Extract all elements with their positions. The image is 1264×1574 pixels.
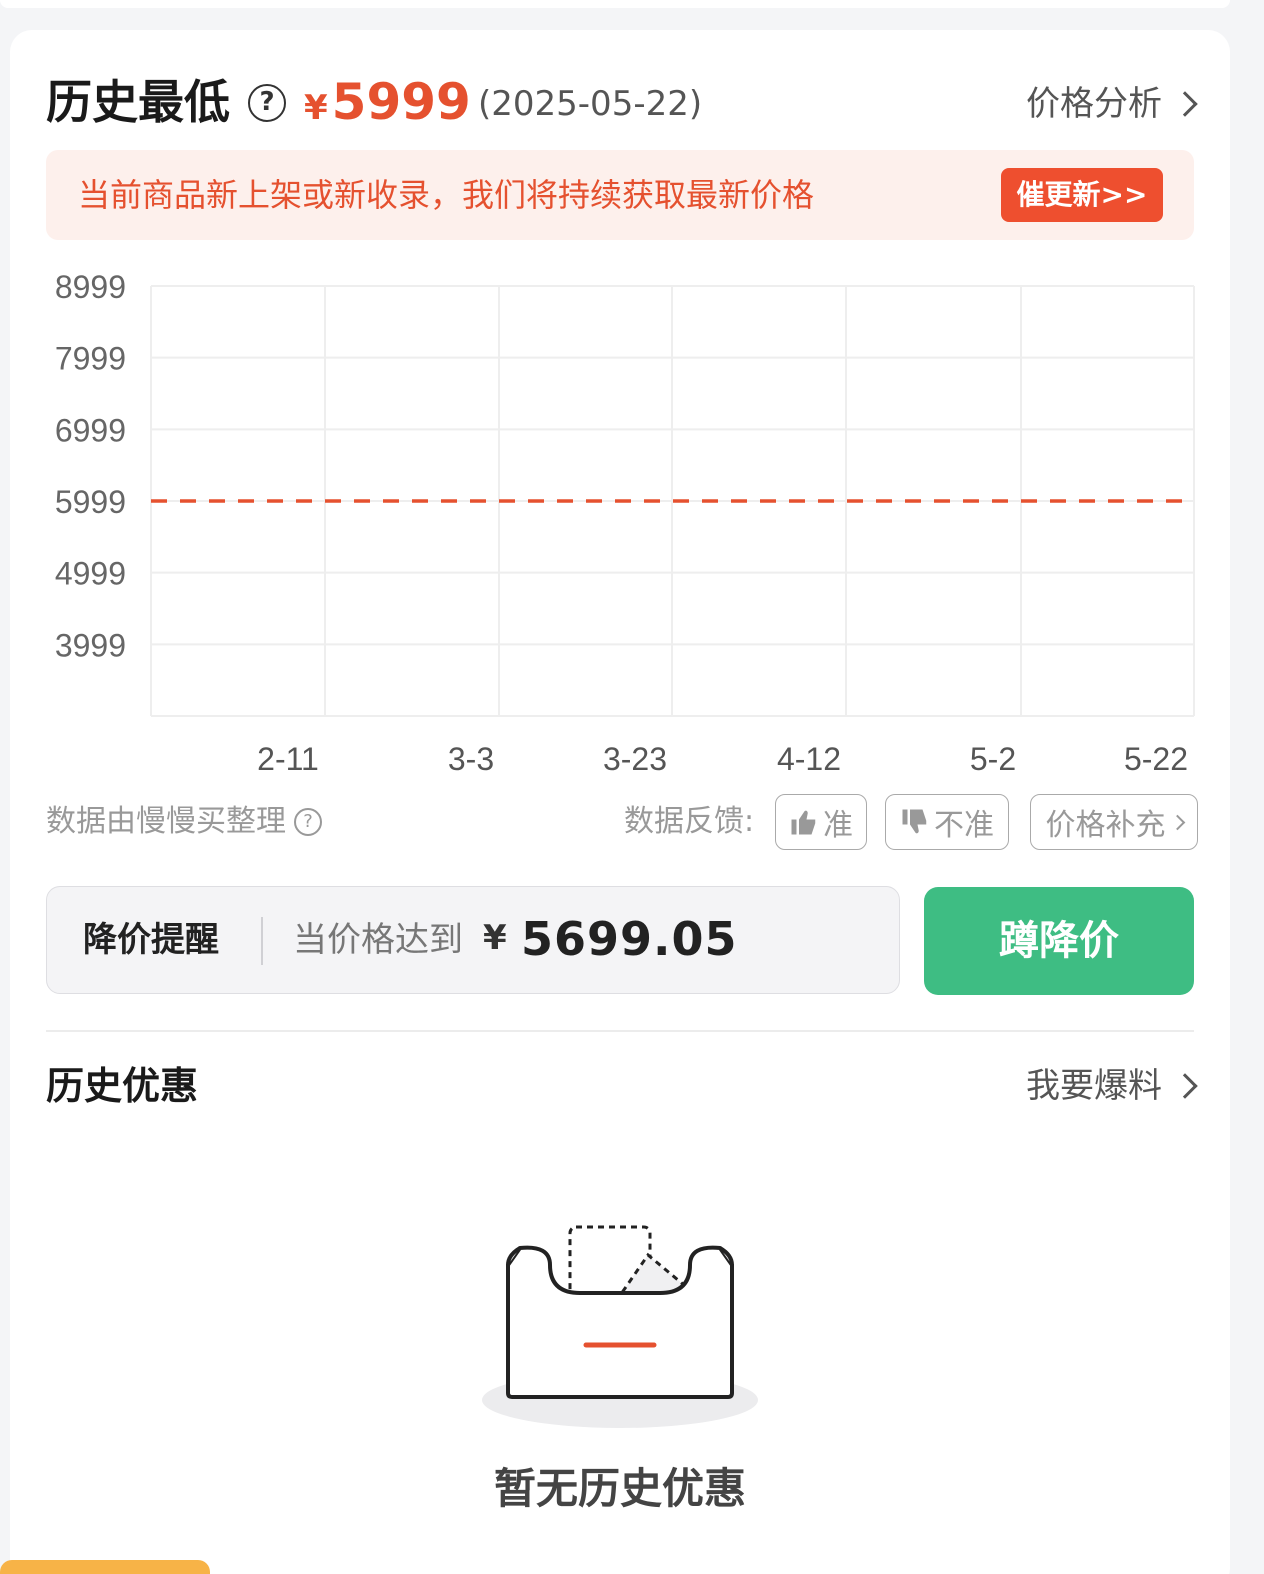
inaccurate-label: 不准	[934, 808, 994, 843]
y-tick-label: 5999	[55, 484, 126, 520]
price-alert-box[interactable]: 降价提醒 当价格达到 ¥ 5699.05	[46, 886, 900, 994]
currency-symbol: ¥	[304, 88, 328, 128]
price-card: 历史最低 ? ¥5999 (2025-05-22) 价格分析 当前商品新上架或新…	[10, 30, 1230, 1574]
y-tick-label: 8999	[55, 269, 126, 305]
divider	[46, 1030, 1194, 1032]
y-tick-label: 4999	[55, 556, 126, 592]
x-tick-label: 5-2	[970, 741, 1016, 777]
report-deal-label: 我要爆料	[1026, 1066, 1162, 1106]
price-alert-target[interactable]: 5699.05	[521, 911, 738, 967]
empty-history-text: 暂无历史优惠	[493, 1464, 746, 1513]
chevron-right-icon	[1172, 1073, 1198, 1099]
source-help-icon[interactable]: ?	[294, 808, 322, 836]
inaccurate-button[interactable]: 不准	[885, 794, 1009, 850]
report-deal-link[interactable]: 我要爆料	[1026, 1064, 1198, 1108]
price-analysis-link[interactable]: 价格分析	[1026, 82, 1198, 126]
x-tick-label: 3-23	[603, 741, 667, 777]
feedback-label: 数据反馈:	[624, 804, 755, 839]
empty-box-icon	[482, 1225, 758, 1428]
history-deals-title: 历史优惠	[46, 1064, 199, 1108]
data-source: 数据由慢慢买整理?	[46, 802, 322, 842]
accurate-label: 准	[823, 808, 853, 843]
help-icon[interactable]: ?	[248, 84, 286, 122]
top-strip	[0, 0, 1230, 8]
lowest-price-value: 5999	[331, 73, 471, 131]
accurate-button[interactable]: 准	[775, 794, 867, 850]
thumbs-down-icon	[902, 809, 927, 834]
lowest-price-date: (2025-05-22)	[478, 84, 703, 124]
x-tick-label: 2-11	[257, 741, 319, 777]
price-supplement-label: 价格补充	[1045, 808, 1166, 843]
x-tick-label: 3-3	[448, 741, 494, 777]
y-tick-label: 3999	[55, 627, 126, 663]
chevron-right-icon	[1169, 814, 1185, 830]
bottom-bar-edge	[0, 1560, 210, 1574]
urge-update-button[interactable]: 催更新>>	[1001, 168, 1163, 222]
divider	[261, 917, 263, 965]
y-tick-label: 7999	[55, 341, 126, 377]
price-chart: 8999 7999 6999 5999 4999 3999 2-11 3-3 3-23 4-12 5…	[55, 269, 1195, 777]
lowest-price: ¥5999	[304, 74, 471, 136]
x-tick-label: 4-12	[777, 741, 841, 777]
thumbs-up-icon	[791, 810, 816, 835]
price-alert-label: 降价提醒	[83, 920, 219, 960]
chevron-right-icon	[1172, 91, 1198, 117]
price-alert-text: 当价格达到	[293, 920, 463, 960]
watch-price-drop-button[interactable]: 蹲降价	[924, 887, 1194, 995]
lowest-price-title: 历史最低	[46, 75, 230, 129]
y-tick-label: 6999	[55, 412, 126, 448]
notice-text: 当前商品新上架或新收录，我们将持续获取最新价格	[78, 176, 815, 214]
price-alert-currency: ¥	[483, 918, 507, 958]
data-source-text: 数据由慢慢买整理	[46, 804, 286, 839]
x-tick-label: 5-22	[1124, 741, 1188, 777]
notice-banner: 当前商品新上架或新收录，我们将持续获取最新价格 催更新>>	[46, 150, 1194, 240]
price-supplement-button[interactable]: 价格补充	[1030, 794, 1198, 850]
price-analysis-label: 价格分析	[1026, 84, 1162, 124]
